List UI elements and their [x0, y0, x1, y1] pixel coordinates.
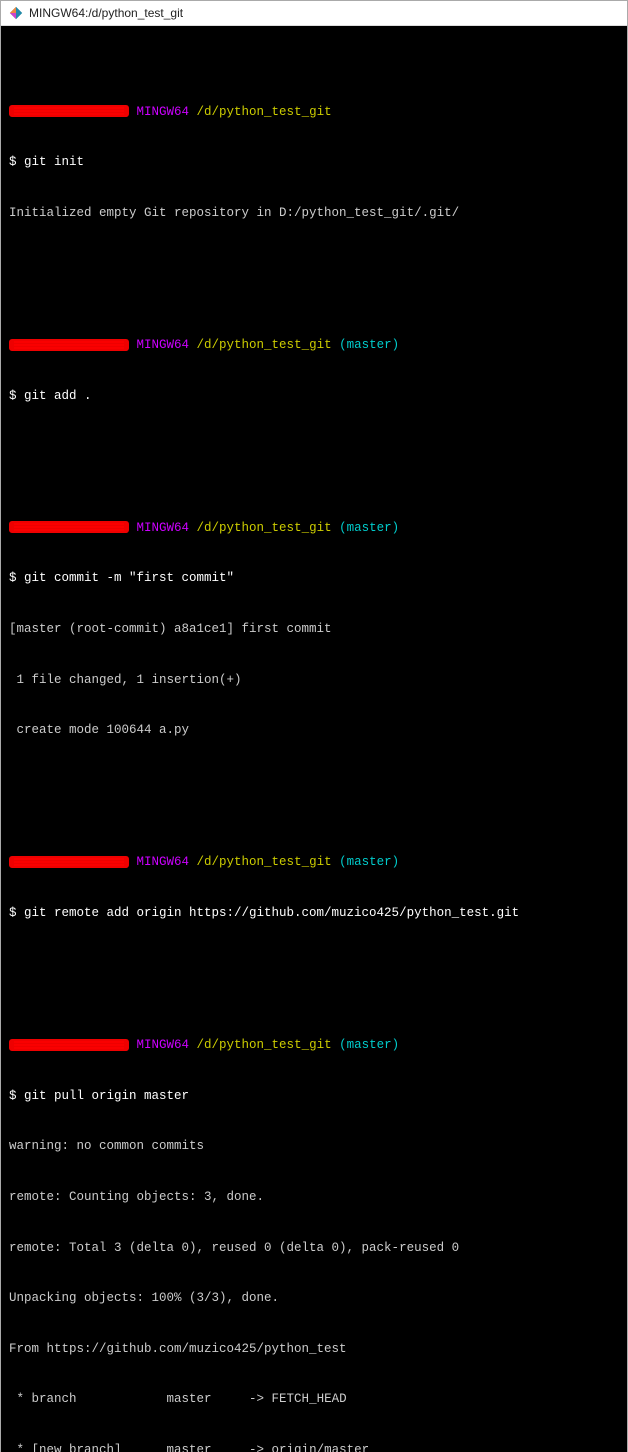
path-label: /d/python_test_git [197, 338, 332, 352]
mingw-label: MINGW64 [137, 1038, 190, 1052]
redacted-user [9, 339, 129, 351]
terminal-body[interactable]: MINGW64 /d/python_test_git $ git init In… [1, 26, 627, 1452]
branch-label: (master) [339, 338, 399, 352]
path-label: /d/python_test_git [197, 105, 332, 119]
branch-label: (master) [339, 1038, 399, 1052]
mingw-label: MINGW64 [137, 338, 190, 352]
command: $ git init [9, 154, 619, 171]
output-line: Initialized empty Git repository in D:/p… [9, 205, 619, 222]
path-label: /d/python_test_git [197, 855, 332, 869]
path-label: /d/python_test_git [197, 521, 332, 535]
branch-label: (master) [339, 855, 399, 869]
command: $ git remote add origin https://github.c… [9, 905, 619, 922]
output-line: create mode 100644 a.py [9, 722, 619, 739]
prompt-line: MINGW64 /d/python_test_git (master) [9, 854, 619, 871]
prompt-line: MINGW64 /d/python_test_git (master) [9, 337, 619, 354]
prompt-line: MINGW64 /d/python_test_git [9, 104, 619, 121]
app-icon [9, 6, 23, 20]
title-bar[interactable]: MINGW64:/d/python_test_git [1, 1, 627, 26]
path-label: /d/python_test_git [197, 1038, 332, 1052]
redacted-user [9, 1039, 129, 1051]
mingw-label: MINGW64 [137, 105, 190, 119]
output-line: Unpacking objects: 100% (3/3), done. [9, 1290, 619, 1307]
blank-line [9, 956, 619, 970]
output-line: 1 file changed, 1 insertion(+) [9, 672, 619, 689]
terminal-window: MINGW64:/d/python_test_git MINGW64 /d/py… [0, 0, 628, 1452]
redacted-user [9, 856, 129, 868]
output-line: warning: no common commits [9, 1138, 619, 1155]
prompt-line: MINGW64 /d/python_test_git (master) [9, 520, 619, 537]
redacted-user [9, 105, 129, 117]
command: $ git commit -m "first commit" [9, 570, 619, 587]
blank-line [9, 438, 619, 452]
output-line: remote: Total 3 (delta 0), reused 0 (del… [9, 1240, 619, 1257]
mingw-label: MINGW64 [137, 521, 190, 535]
window-title: MINGW64:/d/python_test_git [29, 6, 183, 20]
branch-label: (master) [339, 521, 399, 535]
blank-line [9, 773, 619, 787]
command: $ git pull origin master [9, 1088, 619, 1105]
command: $ git add . [9, 388, 619, 405]
output-line: remote: Counting objects: 3, done. [9, 1189, 619, 1206]
prompt-line: MINGW64 /d/python_test_git (master) [9, 1037, 619, 1054]
blank-line [9, 255, 619, 269]
output-line: * branch master -> FETCH_HEAD [9, 1391, 619, 1408]
redacted-user [9, 521, 129, 533]
output-line: From https://github.com/muzico425/python… [9, 1341, 619, 1358]
output-line: * [new branch] master -> origin/master [9, 1442, 619, 1452]
mingw-label: MINGW64 [137, 855, 190, 869]
output-line: [master (root-commit) a8a1ce1] first com… [9, 621, 619, 638]
